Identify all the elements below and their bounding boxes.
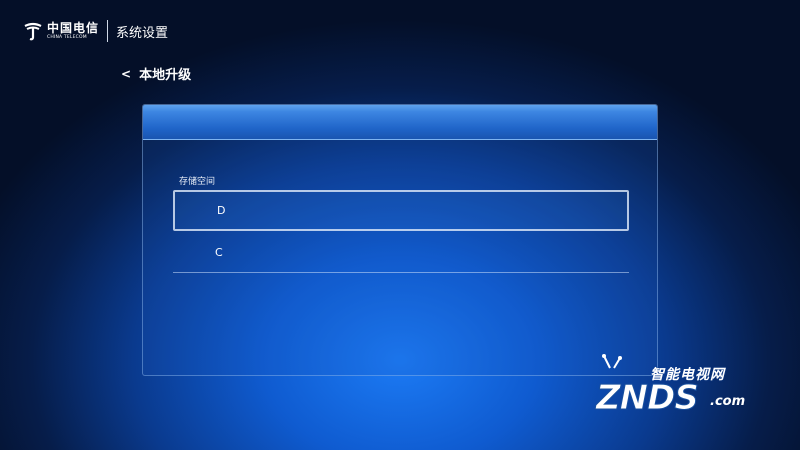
china-telecom-logo: 中国电信 CHINA TELECOM [22, 16, 99, 46]
section-label: 存储空间 [179, 177, 216, 187]
watermark-brand: ZNDS [596, 378, 700, 419]
storage-item-c[interactable]: C [173, 232, 629, 273]
china-telecom-logo-icon [24, 22, 42, 41]
storage-item-label: C [215, 245, 223, 259]
header-divider [107, 20, 109, 42]
page-title: 系统设置 [116, 25, 169, 41]
storage-list: D C [173, 190, 629, 273]
chevron-left-icon[interactable]: < [121, 67, 131, 81]
logo-english-text: CHINA TELECOM [47, 34, 87, 40]
znds-watermark: 智能电视网 ZNDS .com [588, 350, 758, 420]
storage-panel: 存储空间 D C [142, 104, 658, 376]
panel-header-bar [143, 105, 657, 140]
watermark-domain: .com [710, 394, 746, 409]
logo-chinese-text: 中国电信 [47, 20, 100, 35]
top-header: 中国电信 CHINA TELECOM 系统设置 [22, 16, 168, 46]
breadcrumb-title: 本地升级 [139, 68, 192, 83]
system-settings-screen: 中国电信 CHINA TELECOM 系统设置 < 本地升级 存储空间 D C [0, 0, 800, 450]
storage-item-label: D [217, 204, 226, 217]
back-button[interactable]: < 本地升级 [121, 64, 192, 84]
storage-item-d[interactable]: D [173, 190, 629, 231]
